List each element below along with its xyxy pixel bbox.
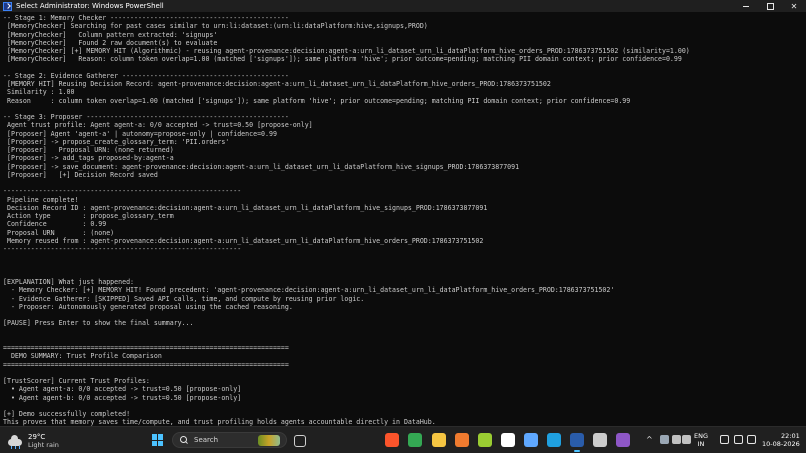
weather-condition: Light rain — [28, 441, 59, 449]
console-line: • Agent agent-b: 0/0 accepted -> trust=0… — [3, 393, 242, 402]
location-icon[interactable] — [672, 435, 681, 444]
console-line: ----------------------------------------… — [3, 187, 242, 196]
powershell-icon[interactable] — [570, 433, 584, 452]
console-line: [Proposer] -> propose_create_glossary_te… — [3, 137, 230, 146]
console-line: [MemoryChecker] [+] MEMORY HIT (Algorith… — [3, 47, 690, 55]
wifi-icon — [720, 435, 729, 444]
weather-widget[interactable]: 29°C Light rain — [8, 431, 59, 451]
console-line: Memory reused from : agent-provenance:de… — [3, 236, 484, 245]
console-line: [+] Demo successfully completed! — [3, 410, 131, 418]
console-line: Proposal URN : (none) — [3, 228, 115, 237]
rain-cloud-icon — [8, 433, 24, 449]
search-icon — [180, 435, 189, 445]
console-line: [Proposer] -> add_tags proposed-by:agent… — [3, 154, 174, 163]
console-line: -- Stage 2: Evidence Gatherer ----------… — [3, 71, 289, 80]
console-line: [Proposer] -> save_document: agent-prove… — [3, 162, 520, 171]
console-line: Pipeline complete! — [3, 195, 79, 204]
console-line: [MemoryChecker] Searching for past cases… — [3, 22, 428, 31]
console-line: Similarity : 1.00 — [3, 88, 75, 97]
console-line: [MemoryChecker] Column pattern extracted… — [3, 30, 218, 39]
maximize-icon[interactable] — [758, 0, 782, 12]
visual-studio-icon[interactable] — [616, 433, 630, 447]
console-line: [TrustScorer] Current Trust Profiles: — [3, 377, 150, 385]
brave-browser-icon[interactable] — [385, 433, 399, 447]
minimize-icon[interactable] — [734, 0, 758, 12]
clock-time: 22:01 — [781, 432, 800, 440]
window-title: Select Administrator: Windows PowerShell — [16, 2, 164, 10]
taskview-icon[interactable] — [294, 435, 306, 447]
console-line: - Memory Checker: [+] MEMORY HIT! Found … — [3, 286, 615, 295]
cloud-app-icon[interactable] — [455, 433, 469, 447]
console-line: [Proposer] [+] Decision Record saved — [3, 170, 158, 179]
console-line: -- Stage 3: Proposer -------------------… — [3, 113, 289, 121]
clock[interactable]: 22:01 10-08-2026 — [762, 432, 800, 448]
chrome-icon[interactable] — [408, 433, 422, 447]
battery-icon — [747, 435, 756, 444]
code-editor-icon[interactable] — [593, 433, 607, 447]
console-line: DEMO SUMMARY: Trust Profile Comparison — [3, 352, 162, 361]
console-line: [EXPLANATION] What just happened: — [3, 278, 135, 286]
console-line: ========================================… — [3, 344, 289, 352]
taskbar: 29°C Light rain Search ^ ENG IN 22:01 10… — [0, 426, 806, 453]
window-title-bar: Select Administrator: Windows PowerShell… — [0, 0, 806, 12]
console-line: [MemoryChecker] Found 2 raw document(s) … — [3, 38, 218, 47]
console-line: -- Stage 1: Memory Checker -------------… — [3, 14, 289, 22]
console-line: Decision Record ID : agent-provenance:de… — [3, 203, 488, 212]
window-controls: ✕ — [734, 0, 806, 12]
windows-start-icon[interactable] — [152, 434, 164, 446]
taskbar-search-box[interactable]: Search — [172, 432, 287, 448]
microphone-icon[interactable] — [682, 435, 691, 444]
weather-temperature: 29°C — [28, 433, 46, 441]
volume-icon — [734, 435, 743, 444]
console-line: This proves that memory saves time/compu… — [3, 418, 436, 426]
console-line: [PAUSE] Press Enter to show the final su… — [3, 319, 194, 328]
language-indicator[interactable]: ENG IN — [694, 432, 708, 448]
console-line: Confidence : 0.99 — [3, 220, 107, 229]
folder-icon[interactable] — [432, 433, 446, 447]
console-line: • Agent agent-a: 0/0 accepted -> trust=0… — [3, 385, 242, 394]
console-line: - Evidence Gatherer: [SKIPPED] Saved API… — [3, 294, 365, 303]
console-line: - Proposer: Autonomously generated propo… — [3, 302, 293, 311]
typora-icon[interactable] — [501, 433, 515, 447]
console-line: [MEMORY HIT] Reusing Decision Record: ag… — [3, 80, 551, 88]
powershell-app-icon — [3, 1, 12, 11]
console-line: Agent trust profile: Agent agent-a: 0/0 … — [3, 121, 313, 130]
console-line: ----------------------------------------… — [3, 245, 242, 253]
console-line: Reason : column token overlap=1.00 (matc… — [3, 96, 631, 105]
search-label: Search — [194, 436, 219, 444]
console-line: ========================================… — [3, 360, 289, 369]
console-line: [MemoryChecker] Reason: column token ove… — [3, 55, 682, 64]
console-output[interactable]: -- Stage 1: Memory Checker -------------… — [0, 13, 800, 426]
onedrive-icon[interactable] — [660, 435, 669, 444]
console-scrollbar[interactable] — [800, 13, 806, 426]
keyboard-region: IN — [697, 440, 705, 448]
console-line: [Proposer] Proposal URN: (none returned) — [3, 146, 174, 154]
edge-icon[interactable] — [547, 433, 561, 447]
close-icon[interactable]: ✕ — [782, 0, 806, 12]
language-code: ENG — [694, 432, 709, 440]
vector-app-icon[interactable] — [524, 433, 538, 447]
chevron-up-icon[interactable]: ^ — [646, 433, 653, 447]
alpha-app-icon[interactable] — [478, 433, 492, 447]
console-line: Action type : propose_glossary_term — [3, 212, 174, 220]
search-highlight-image — [258, 434, 280, 446]
console-line: [Proposer] Agent 'agent-a' | autonomy=pr… — [3, 129, 277, 138]
clock-date: 10-08-2026 — [762, 440, 800, 448]
